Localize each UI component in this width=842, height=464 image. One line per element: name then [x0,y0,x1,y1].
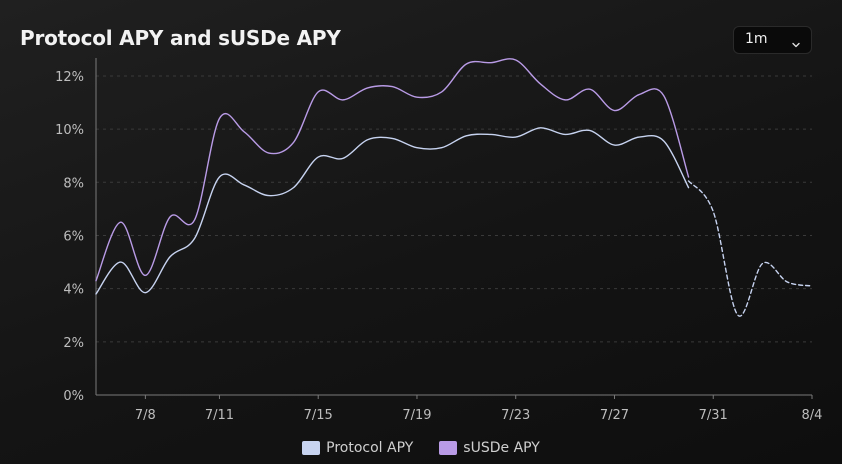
x-tick-label: 7/15 [304,408,333,423]
x-tick-label: 7/23 [501,408,530,423]
series-forecast-line [687,180,813,317]
legend-label-protocol-apy: Protocol APY [326,440,414,456]
y-tick-label: 4% [63,283,84,298]
legend-item-protocol-apy[interactable]: Protocol APY [302,438,413,458]
y-tick-label: 10% [55,123,84,138]
x-tick-label: 7/8 [135,408,156,423]
x-tick-label: 7/27 [600,408,629,423]
legend-item-susde-apy[interactable]: sUSDe APY [439,438,540,458]
y-tick-label: 6% [63,229,84,244]
chart-legend: Protocol APY sUSDe APY [0,438,842,458]
y-tick-label: 0% [63,389,84,404]
y-tick-label: 12% [55,70,84,85]
x-tick-label: 7/19 [402,408,431,423]
legend-swatch-susde-apy [439,441,458,455]
legend-label-susde-apy: sUSDe APY [463,440,540,456]
x-tick-label: 7/31 [699,408,728,423]
y-tick-label: 8% [63,176,84,191]
legend-swatch-protocol-apy [302,441,321,455]
x-tick-label: 7/11 [205,408,234,423]
x-tick-label: 8/4 [802,408,823,423]
y-tick-label: 2% [63,336,84,351]
series-protocol-apy-line [95,127,690,295]
apy-line-chart: 0% 2% 4% 6% 8% 10% 12% 7/8 7/11 7/15 7/19 7/23 7/27 7… [55,58,823,423]
